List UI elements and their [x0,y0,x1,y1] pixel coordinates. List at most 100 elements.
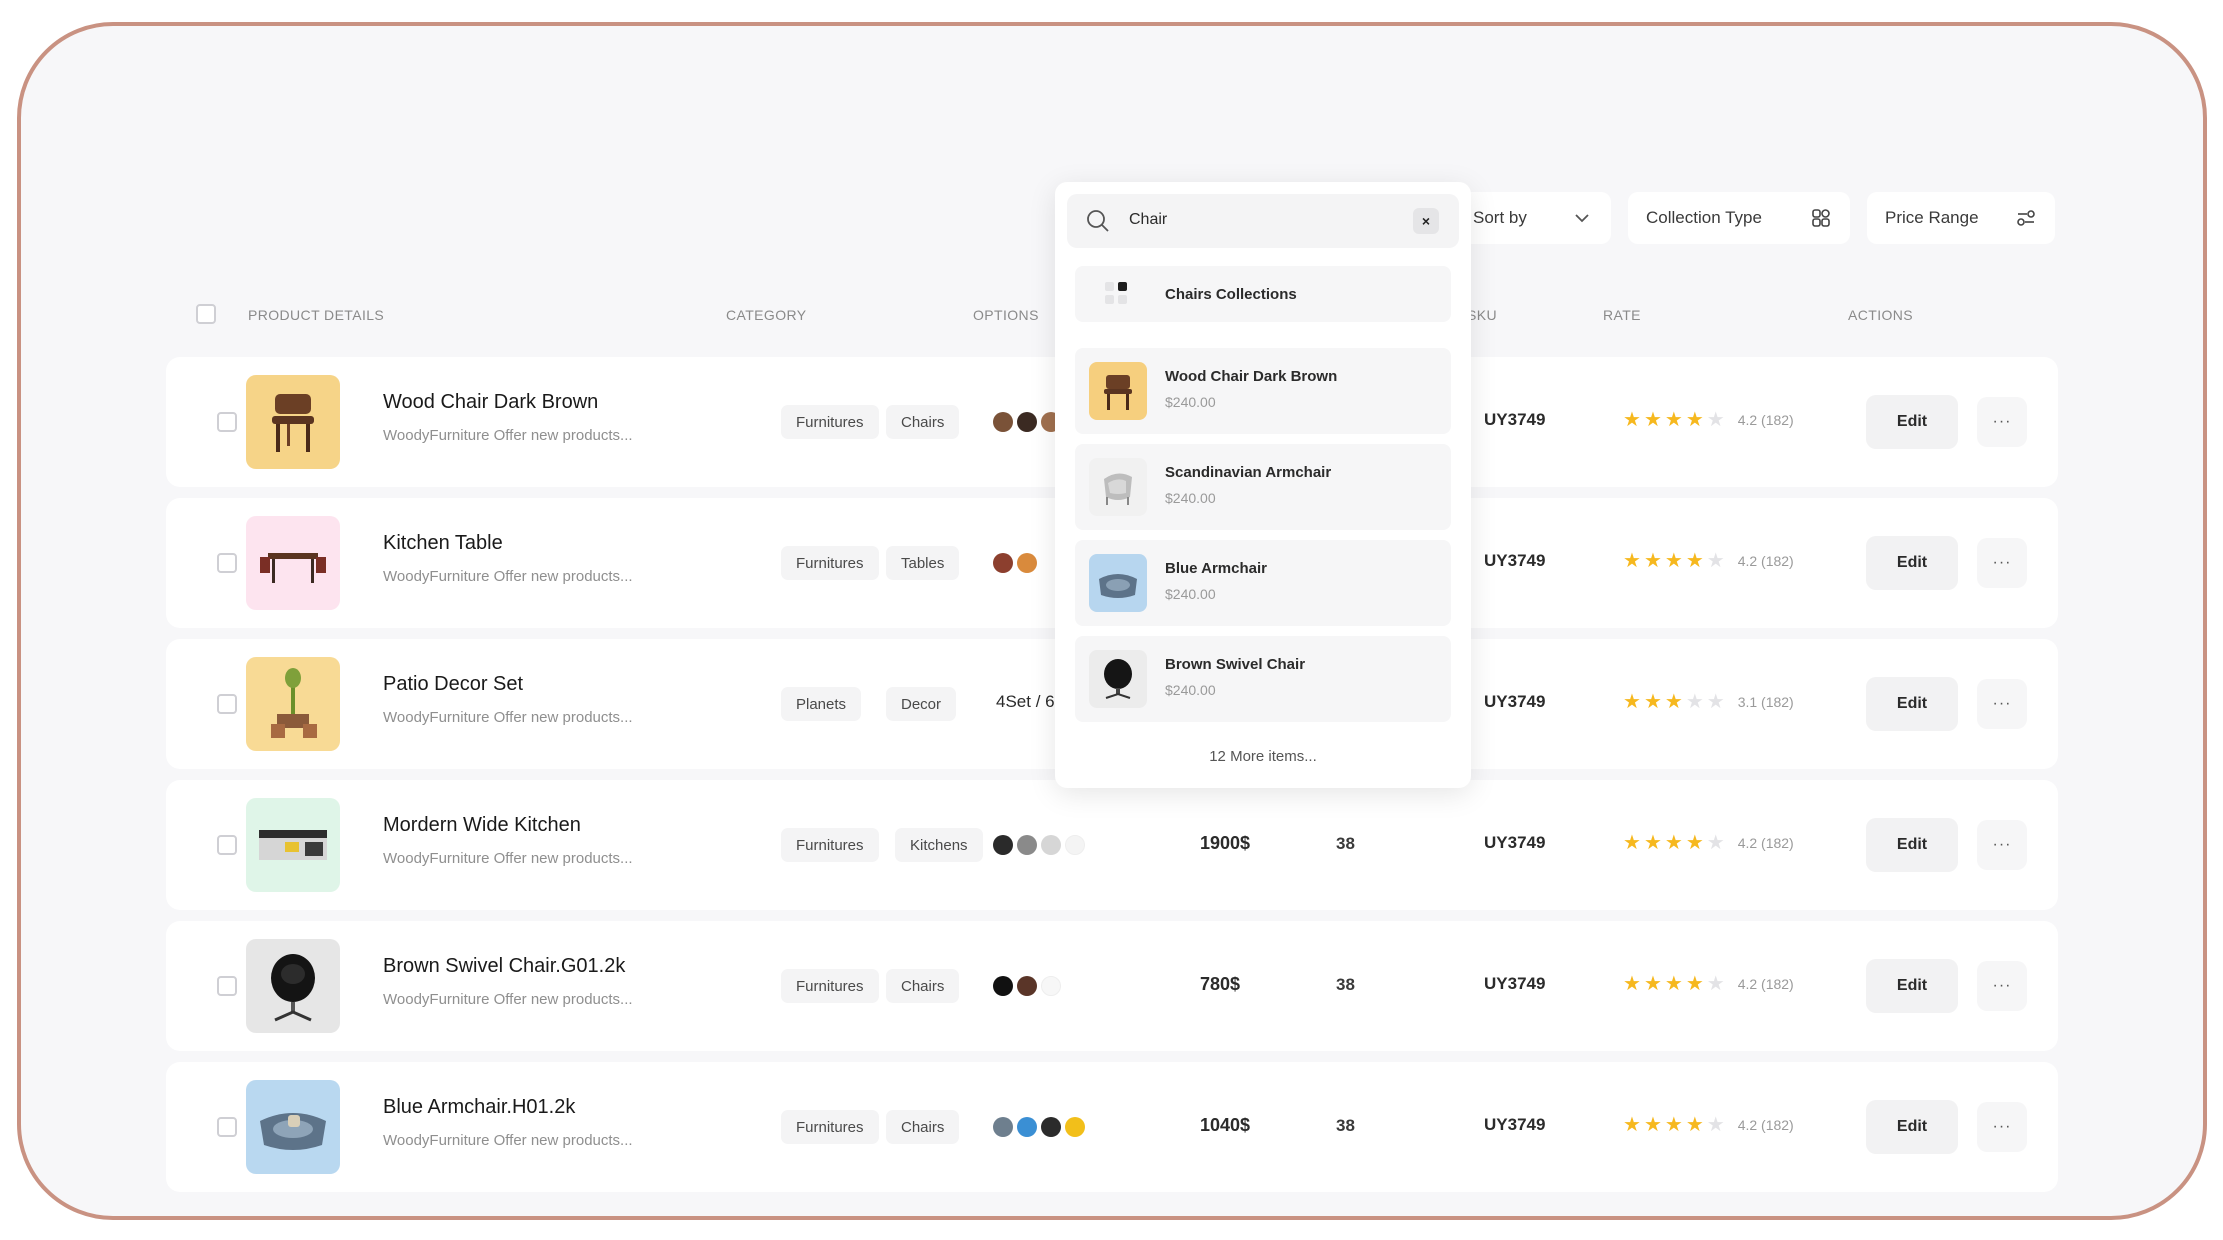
row-checkbox[interactable] [217,412,237,432]
product-description: WoodyFurniture Offer new products... [383,568,633,585]
product-price: 1040$ [1200,1115,1251,1135]
product-description: WoodyFurniture Offer new products... [383,427,633,444]
star-icon: ★ [1623,832,1641,854]
product-description: WoodyFurniture Offer new products... [383,991,633,1008]
collection-type-label: Collection Type [1646,208,1762,227]
star-icon: ★ [1706,550,1725,572]
color-swatch[interactable] [1017,1117,1037,1137]
product-thumbnail [246,939,340,1033]
edit-button[interactable]: Edit [1866,677,1958,731]
result-price: $240.00 [1165,490,1216,506]
table-row[interactable]: Blue Armchair.H01.2k WoodyFurniture Offer… [166,1062,2058,1192]
color-swatch[interactable] [1041,835,1061,855]
search-result-item[interactable]: Wood Chair Dark Brown $240.00 [1075,348,1451,434]
row-checkbox[interactable] [217,694,237,714]
edit-button[interactable]: Edit [1866,1100,1958,1154]
price-range-filter[interactable]: Price Range [1867,192,2055,244]
more-options-button[interactable]: ··· [1977,820,2027,870]
rating-text: 4.2 (182) [1737,976,1794,992]
color-swatch[interactable] [993,1117,1013,1137]
product-stock: 38 [1336,1116,1355,1135]
product-sku: UY3749 [1484,692,1546,711]
product-price: 780$ [1200,974,1241,994]
table-row[interactable]: Brown Swivel Chair.G01.2k WoodyFurniture … [166,921,2058,1051]
select-all-checkbox[interactable] [196,304,216,324]
star-icon: ★ [1623,550,1641,572]
product-sku: UY3749 [1484,551,1546,570]
search-result-item[interactable]: Brown Swivel Chair $240.00 [1075,636,1451,722]
color-swatch[interactable] [1017,835,1037,855]
more-items-link[interactable]: 12 More items... [1055,748,1471,765]
category-tag: Chairs [886,405,960,439]
star-icon: ★ [1643,691,1662,713]
more-options-button[interactable]: ··· [1977,961,2027,1011]
star-icon: ★ [1623,409,1641,431]
category-tag: Decor [886,687,957,721]
product-sku: UY3749 [1484,833,1546,852]
star-icon: ★ [1706,691,1725,713]
star-icon: ★ [1623,973,1641,995]
header-actions: ACTIONS [1848,307,1914,323]
collection-type-filter[interactable]: Collection Type [1628,192,1850,244]
color-swatch[interactable] [1017,553,1037,573]
app-frame: Sort by Collection Type Price Range PROD… [17,22,2207,1220]
search-result-item[interactable]: Scandinavian Armchair $240.00 [1075,444,1451,530]
result-name: Brown Swivel Chair [1165,656,1306,673]
grid-icon [1812,209,1830,227]
edit-button[interactable]: Edit [1866,818,1958,872]
star-icon: ★ [1623,691,1641,713]
more-options-button[interactable]: ··· [1977,538,2027,588]
close-icon[interactable]: × [1413,208,1439,234]
row-checkbox[interactable] [217,553,237,573]
sort-by-dropdown[interactable]: Sort by [1455,192,1611,244]
category-tag: Furnitures [781,405,879,439]
rating-text: 4.2 (182) [1737,1117,1794,1133]
color-swatch[interactable] [1017,976,1037,996]
product-thumbnail [1089,650,1147,708]
row-checkbox[interactable] [217,835,237,855]
category-tag: Chairs [886,969,960,1003]
more-options-button[interactable]: ··· [1977,1102,2027,1152]
search-query-text: Chair [1129,211,1168,228]
color-swatch[interactable] [1065,835,1085,855]
edit-button[interactable]: Edit [1866,395,1958,449]
rating-stars: ★ ★ ★ ★ ★ 4.2 (182) [1623,410,1794,430]
star-icon: ★ [1643,832,1662,854]
color-swatch[interactable] [1041,1117,1061,1137]
search-result-item[interactable]: Blue Armchair $240.00 [1075,540,1451,626]
product-stock: 38 [1336,975,1355,994]
product-sku: UY3749 [1484,974,1546,993]
row-checkbox[interactable] [217,976,237,996]
star-icon: ★ [1685,1114,1704,1136]
row-checkbox[interactable] [217,1117,237,1137]
color-swatch[interactable] [993,976,1013,996]
color-swatch[interactable] [993,412,1013,432]
color-swatch[interactable] [1065,1117,1085,1137]
more-options-button[interactable]: ··· [1977,679,2027,729]
table-row[interactable]: Mordern Wide Kitchen WoodyFurniture Offer… [166,780,2058,910]
color-swatch[interactable] [993,835,1013,855]
edit-button[interactable]: Edit [1866,959,1958,1013]
product-thumbnail [246,1080,340,1174]
star-icon: ★ [1685,691,1704,713]
product-name: Patio Decor Set [383,673,524,695]
star-icon: ★ [1643,1114,1662,1136]
star-icon: ★ [1706,973,1725,995]
product-thumbnail [246,798,340,892]
product-description: WoodyFurniture Offer new products... [383,709,633,726]
product-description: WoodyFurniture Offer new products... [383,1132,633,1149]
header-category: CATEGORY [726,307,807,323]
edit-button[interactable]: Edit [1866,536,1958,590]
color-swatch[interactable] [1017,412,1037,432]
chairs-collections-item[interactable]: Chairs Collections [1075,266,1451,322]
product-description: WoodyFurniture Offer new products... [383,850,633,867]
color-swatch[interactable] [993,553,1013,573]
product-name: Mordern Wide Kitchen [383,814,581,836]
search-input[interactable]: Chair × [1067,194,1459,248]
rating-stars: ★ ★ ★ ★ ★ 4.2 (182) [1623,551,1794,571]
color-swatch[interactable] [1041,976,1061,996]
more-options-button[interactable]: ··· [1977,397,2027,447]
rating-stars: ★ ★ ★ ★ ★ 4.2 (182) [1623,1115,1794,1135]
star-icon: ★ [1685,550,1704,572]
category-tag: Planets [781,687,862,721]
